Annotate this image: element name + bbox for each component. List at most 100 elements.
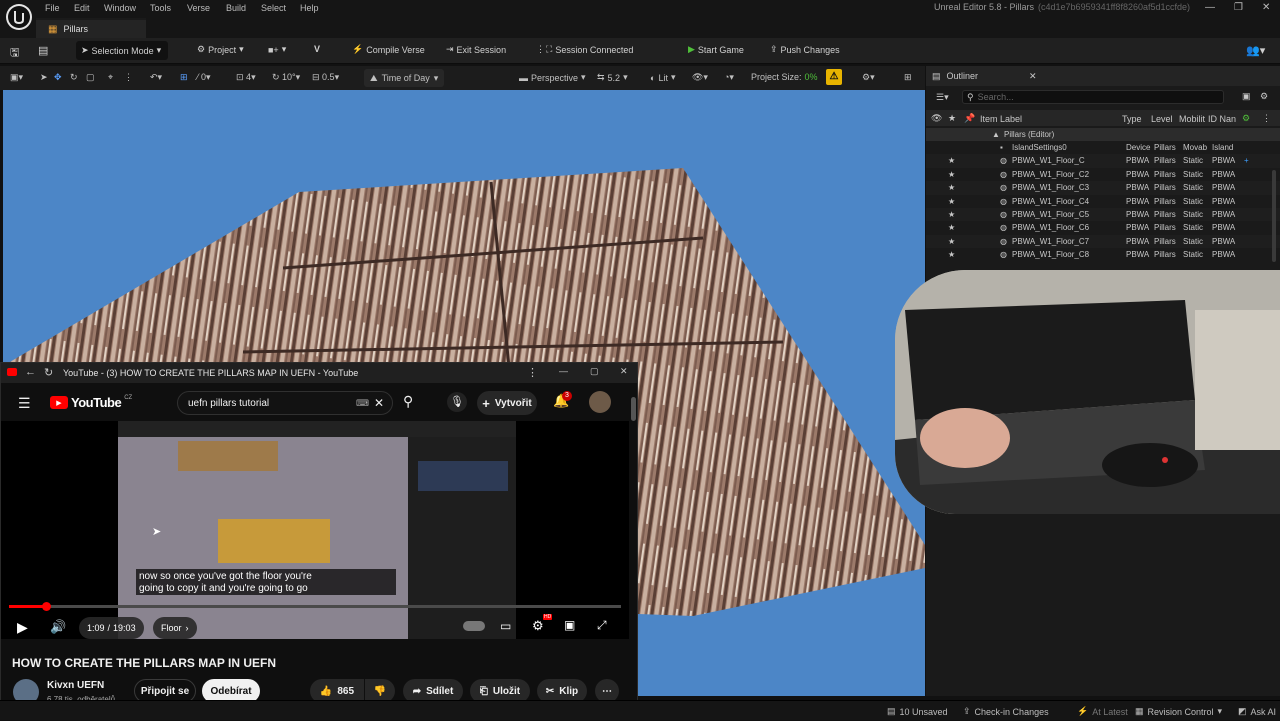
outliner-row[interactable]: ★ ◍ PBWA_W1_Floor_C5 PBWA Pillars Static PBWA <box>926 208 1280 222</box>
col-type[interactable]: Type <box>1122 114 1142 124</box>
outliner-row[interactable]: ★ ◍ PBWA_W1_Floor_C3 PBWA Pillars Static PBWA <box>926 181 1280 195</box>
outliner-row[interactable]: ★ ◍ PBWA_W1_Floor_C PBWA Pillars Static PBWA + <box>926 154 1280 168</box>
more-options-icon[interactable]: ⋮ <box>536 44 545 55</box>
save-icon[interactable]: 🖫 <box>10 44 19 63</box>
selection-mode-button[interactable]: ➤ Selection Mode ▾ <box>76 41 168 60</box>
add-folder-icon[interactable]: ▣ <box>1242 91 1251 102</box>
browser-menu-icon[interactable]: ⋮ <box>527 366 538 379</box>
verse-icon[interactable]: V <box>314 44 320 54</box>
camera-speed-button[interactable]: ⇆ 5.2 ▾ <box>597 72 628 83</box>
yt-search-bar[interactable]: uefn pillars tutorial ⌨ ✕ <box>177 391 393 415</box>
add-actor-button[interactable]: ■+ ▾ <box>268 44 286 55</box>
transform-menu-icon[interactable]: ▣▾ <box>10 72 23 83</box>
scale-tool-icon[interactable]: ▢ <box>86 72 95 83</box>
perspective-button[interactable]: ▬ Perspective ▾ <box>519 72 586 83</box>
viewport-settings-icon[interactable]: ⚙▾ <box>862 72 875 83</box>
start-game-button[interactable]: ▶ Start Game <box>688 44 744 55</box>
rotate-tool-icon[interactable]: ↻ <box>70 72 78 83</box>
outliner-scrollbar[interactable] <box>1272 170 1276 262</box>
keyboard-icon[interactable]: ⌨ <box>356 398 369 409</box>
visibility-icon[interactable]: 👁 <box>931 113 942 124</box>
warning-icon[interactable]: ⚠ <box>826 69 842 85</box>
create-button[interactable]: + Vytvořit <box>477 391 537 415</box>
volume-icon[interactable]: 🔊 <box>50 619 66 635</box>
snap-scale-value[interactable]: ⊟ 0.5▾ <box>312 72 339 83</box>
time-of-day-button[interactable]: ⛰ Time of Day ▾ <box>364 69 445 87</box>
outliner-row[interactable]: ★ ◍ PBWA_W1_Floor_C7 PBWA Pillars Static PBWA <box>926 234 1280 249</box>
chapter-button[interactable]: Floor › <box>153 617 197 639</box>
outliner-row[interactable]: ★ ◍ PBWA_W1_Floor_C6 PBWA Pillars Static PBWA <box>926 221 1280 234</box>
collaborators-icon[interactable]: 👥▾ <box>1246 44 1265 57</box>
microphone-icon[interactable]: 🎙 <box>447 392 467 412</box>
channel-name[interactable]: Kivxn UEFN <box>47 680 104 691</box>
surface-snap-icon[interactable]: ↶▾ <box>150 72 162 83</box>
outliner-row[interactable]: ★ ◍ PBWA_W1_Floor_C4 PBWA Pillars Static PBWA <box>926 195 1280 208</box>
menu-select[interactable]: Select <box>261 3 286 13</box>
col-level[interactable]: Level <box>1151 114 1173 124</box>
outliner-row[interactable]: ★ ◍ PBWA_W1_Floor_C2 PBWA Pillars Static PBWA <box>926 168 1280 181</box>
col-mobility[interactable]: Mobilit <box>1179 114 1205 124</box>
add-tag-icon[interactable]: + <box>1244 156 1249 165</box>
minimize-icon[interactable]: — <box>1205 2 1215 13</box>
clear-search-icon[interactable]: ✕ <box>374 396 384 410</box>
col-id-name[interactable]: ID Nan <box>1208 114 1236 124</box>
lit-button[interactable]: ◐ Lit ▾ <box>650 72 675 83</box>
play-button-icon[interactable]: ▶ <box>17 619 28 636</box>
yt-close-icon[interactable]: ✕ <box>620 366 628 377</box>
reload-icon[interactable]: ↻ <box>44 366 53 379</box>
youtube-logo[interactable]: ▶ YouTube CZ <box>50 395 132 410</box>
coordinate-space-icon[interactable]: ⌖ <box>108 72 113 83</box>
visualizer-icon[interactable]: ◔▾ <box>724 72 734 83</box>
checkin-button[interactable]: ⇪ Check-in Changes <box>963 706 1049 717</box>
close-icon[interactable]: ✕ <box>1262 2 1270 13</box>
yt-search-icon[interactable]: ⚲ <box>403 393 413 410</box>
tab-pillars[interactable]: ▦ Pillars <box>36 18 146 38</box>
outliner-row[interactable]: ★ ◍ PBWA_W1_Floor_C8 PBWA Pillars Static PBWA <box>926 248 1280 261</box>
compile-verse-button[interactable]: ⚡ Compile Verse <box>352 44 425 55</box>
outliner-tab[interactable]: ▤ Outliner ✕ <box>926 66 1280 86</box>
unsaved-button[interactable]: ▤ 10 Unsaved <box>887 706 948 717</box>
verse-node-icon[interactable]: ⚙ <box>1242 113 1250 124</box>
outliner-settings-icon[interactable]: ⚙ <box>1260 91 1268 102</box>
menu-file[interactable]: File <box>45 3 60 13</box>
session-status[interactable]: ⛶ Session Connected <box>546 44 633 55</box>
revision-control-button[interactable]: ▦ Revision Control ▾ <box>1135 706 1222 717</box>
progress-scrubber[interactable] <box>41 602 51 611</box>
more-tools-icon[interactable]: ⋮ <box>124 72 133 83</box>
outliner-row[interactable]: ▪ IslandSettings0 Device Pillars Movab Island <box>926 141 1280 154</box>
fullscreen-icon[interactable]: ⤢ <box>597 618 607 633</box>
snap-grid-value[interactable]: ⊡ 4▾ <box>236 72 256 83</box>
pin-icon[interactable]: 📌 <box>964 113 975 124</box>
yt-minimize-icon[interactable]: — <box>559 366 568 376</box>
project-button[interactable]: ⚙ Project ▾ <box>197 44 244 55</box>
grid-snap-icon[interactable]: ⊞ <box>180 72 188 83</box>
unreal-logo-icon[interactable] <box>6 4 32 30</box>
restore-icon[interactable]: ❐ <box>1234 2 1243 13</box>
ask-ai-button[interactable]: ◩ Ask AI <box>1238 706 1276 717</box>
snap-rotate-value[interactable]: ↻ 10°▾ <box>272 72 300 83</box>
outliner-search-input[interactable]: ⚲ Search... <box>962 90 1224 104</box>
favorite-icon[interactable]: ★ <box>948 113 956 124</box>
filter-icon[interactable]: ☰▾ <box>936 92 949 103</box>
show-flags-icon[interactable]: 👁▾ <box>692 72 708 83</box>
at-latest-status[interactable]: ⚡ At Latest <box>1077 706 1128 717</box>
menu-tools[interactable]: Tools <box>150 3 171 13</box>
content-browser-icon[interactable]: ▤ <box>38 44 48 57</box>
back-icon[interactable]: ← <box>25 366 36 378</box>
settings-gear-icon[interactable]: ⚙ <box>532 618 544 634</box>
menu-edit[interactable]: Edit <box>74 3 90 13</box>
menu-help[interactable]: Help <box>300 3 319 13</box>
outliner-root-row[interactable]: ▲ Pillars (Editor) <box>926 128 1280 142</box>
miniplayer-icon[interactable]: ▣ <box>564 618 575 632</box>
more-columns-icon[interactable]: ⋮ <box>1262 113 1271 124</box>
yt-scrollbar[interactable] <box>631 397 636 421</box>
menu-build[interactable]: Build <box>226 3 246 13</box>
yt-search-input[interactable]: uefn pillars tutorial <box>188 398 269 409</box>
close-tab-icon[interactable]: ✕ <box>1029 71 1037 82</box>
yt-maximize-icon[interactable]: ▢ <box>590 366 599 377</box>
account-avatar[interactable] <box>589 391 611 413</box>
video-progress-bar[interactable] <box>9 602 621 611</box>
menu-window[interactable]: Window <box>104 3 136 13</box>
menu-verse[interactable]: Verse <box>187 3 210 13</box>
layout-icon[interactable]: ⊞ <box>904 72 912 83</box>
